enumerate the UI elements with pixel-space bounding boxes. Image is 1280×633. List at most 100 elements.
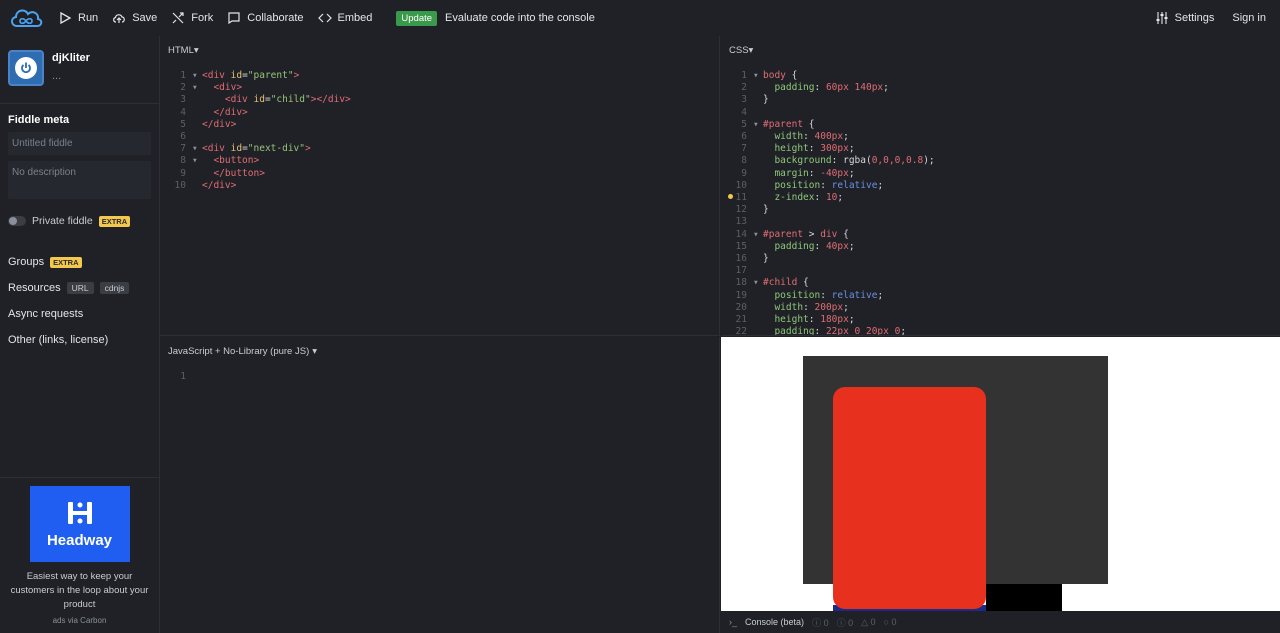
code-line[interactable]: 8 background: rgba(0,0,0,0.8);: [721, 155, 1280, 167]
result-preview[interactable]: [721, 337, 1280, 611]
code-line[interactable]: 6: [160, 131, 719, 143]
line-number: 4: [180, 106, 186, 118]
code-line[interactable]: 19 position: relative;: [721, 290, 1280, 302]
fold-toggle-icon[interactable]: ▾: [753, 277, 763, 289]
js-pane-header[interactable]: JavaScript + No-Library (pure JS) ▾: [160, 337, 719, 365]
html-editor-pane[interactable]: HTML ▾ 1 ▾ <div id = "parent" >2 ▾ <div> 3 <div…: [160, 36, 720, 336]
code-line[interactable]: 7 ▾ <div id = "next-div" >: [160, 143, 719, 155]
embed-button[interactable]: Embed: [317, 11, 372, 25]
js-code-editor[interactable]: 1: [160, 365, 719, 383]
save-label: Save: [132, 12, 158, 24]
resources-label: Resources: [8, 282, 61, 294]
fold-toggle-icon[interactable]: ▾: [192, 155, 202, 167]
code-line[interactable]: 15 padding: 40px;: [721, 241, 1280, 253]
code-line[interactable]: 10 </div>: [160, 180, 719, 192]
resources-url-chip[interactable]: URL: [66, 282, 94, 294]
fold-gutter: [753, 302, 763, 314]
private-fiddle-toggle[interactable]: [8, 216, 26, 226]
code-line[interactable]: 3}: [721, 94, 1280, 106]
code-line[interactable]: 1 ▾ <div id = "parent" >: [160, 70, 719, 82]
fiddle-title-input[interactable]: Untitled fiddle: [8, 132, 151, 155]
code-line[interactable]: 4 </div>: [160, 107, 719, 119]
console-bar[interactable]: ›_ Console (beta) ⓘ 0 ⓘ 0 △ 0 ○ 0: [721, 611, 1280, 633]
code-token: background: [774, 155, 832, 167]
fork-button[interactable]: Fork: [171, 11, 213, 25]
css-code-editor[interactable]: 1 ▾ body {2 padding: 60px 140px; 3} 4 5 ▾ #par…: [721, 64, 1280, 336]
code-line[interactable]: 5 ▾ #parent {: [721, 119, 1280, 131]
code-token: 0,0,0,0.8: [871, 155, 924, 167]
sidebar-item-groups[interactable]: Groups EXTRA: [0, 249, 159, 275]
ad-image[interactable]: Headway: [29, 486, 130, 562]
code-line[interactable]: 9 </button>: [160, 168, 719, 180]
user-name[interactable]: djKliter: [52, 52, 90, 64]
signin-link[interactable]: Sign in: [1232, 12, 1266, 24]
fiddle-description-input[interactable]: No description: [8, 161, 151, 199]
settings-button[interactable]: Settings: [1155, 11, 1215, 25]
console-label[interactable]: Console (beta): [745, 617, 804, 627]
sidebar-item-resources[interactable]: Resources URL cdnjs: [0, 275, 159, 301]
ad-text[interactable]: Easiest way to keep your customers in th…: [0, 562, 159, 616]
code-token: ;: [900, 326, 907, 336]
fold-toggle-icon[interactable]: ▾: [192, 143, 202, 155]
code-line[interactable]: 17: [721, 265, 1280, 277]
update-badge[interactable]: Update: [396, 10, 438, 26]
code-line[interactable]: 16}: [721, 253, 1280, 265]
console-count-log: ⓘ 0: [812, 617, 829, 628]
code-line[interactable]: 14 ▾ #parent > div {: [721, 229, 1280, 241]
code-token: id: [230, 143, 243, 155]
code-line[interactable]: 2 padding: 60px 140px;: [721, 82, 1280, 94]
sidebar-item-async[interactable]: Async requests: [0, 301, 159, 327]
code-line[interactable]: 13: [721, 216, 1280, 228]
code-line[interactable]: 20 width: 200px;: [721, 302, 1280, 314]
code-line[interactable]: 4: [721, 107, 1280, 119]
sidebar-item-other[interactable]: Other (links, license): [0, 327, 159, 353]
ad-via[interactable]: ads via Carbon: [0, 616, 159, 625]
code-token: {: [808, 118, 815, 130]
resources-cdnjs-chip[interactable]: cdnjs: [99, 282, 130, 294]
css-pane-header[interactable]: CSS ▾: [721, 36, 1280, 64]
js-editor-pane[interactable]: JavaScript + No-Library (pure JS) ▾ 1: [160, 337, 720, 633]
html-code-editor[interactable]: 1 ▾ <div id = "parent" >2 ▾ <div> 3 <div id = "ch…: [160, 64, 719, 192]
collaborate-button[interactable]: Collaborate: [227, 11, 304, 25]
jsfiddle-logo-icon[interactable]: [8, 4, 44, 32]
avatar[interactable]: [8, 50, 44, 86]
code-line[interactable]: 2 ▾ <div>: [160, 82, 719, 94]
line-number: 2: [180, 82, 186, 94]
code-line[interactable]: 6 width: 400px;: [721, 131, 1280, 143]
code-token: position: [774, 289, 821, 301]
code-token: div: [820, 228, 844, 240]
fold-toggle-icon[interactable]: ▾: [753, 70, 763, 82]
code-line[interactable]: 18 ▾ #child {: [721, 277, 1280, 289]
code-line[interactable]: 12}: [721, 204, 1280, 216]
code-line[interactable]: 3 <div id = "child" ></div>: [160, 94, 719, 106]
fold-toggle-icon[interactable]: ▾: [753, 229, 763, 241]
code-line[interactable]: 9 margin: -40px;: [721, 168, 1280, 180]
fold-toggle-icon[interactable]: ▾: [192, 82, 202, 94]
code-line[interactable]: 8 ▾ <button>: [160, 155, 719, 167]
fold-toggle-icon[interactable]: ▾: [192, 70, 202, 82]
signin-label: Sign in: [1232, 12, 1266, 24]
code-line[interactable]: 11 z-index: 10;: [721, 192, 1280, 204]
code-token: width: [774, 131, 804, 143]
code-line[interactable]: 5 </div>: [160, 119, 719, 131]
code-line[interactable]: 10 position: relative;: [721, 180, 1280, 192]
fold-toggle-icon[interactable]: ▾: [753, 119, 763, 131]
css-editor-pane[interactable]: CSS ▾ 1 ▾ body {2 padding: 60px 140px; 3} 4 …: [721, 36, 1280, 336]
line-number: 13: [735, 216, 747, 228]
carbon-ad[interactable]: Headway Easiest way to keep your custome…: [0, 477, 159, 633]
settings-label: Settings: [1174, 12, 1215, 24]
code-line[interactable]: 21 height: 180px;: [721, 314, 1280, 326]
fold-gutter: [192, 131, 202, 143]
html-pane-header[interactable]: HTML ▾: [160, 36, 719, 64]
save-button[interactable]: Save: [112, 11, 157, 25]
code-line[interactable]: 7 height: 300px;: [721, 143, 1280, 155]
code-line[interactable]: 1 ▾ body {: [721, 70, 1280, 82]
code-line[interactable]: 22 padding: 22px 0 20px 0;: [721, 326, 1280, 336]
user-subtitle: ...: [52, 70, 62, 82]
code-token: 60px 140px: [825, 82, 884, 94]
code-line[interactable]: 1: [160, 371, 719, 383]
run-button[interactable]: Run: [58, 11, 98, 25]
code-token: 300px: [820, 143, 849, 155]
